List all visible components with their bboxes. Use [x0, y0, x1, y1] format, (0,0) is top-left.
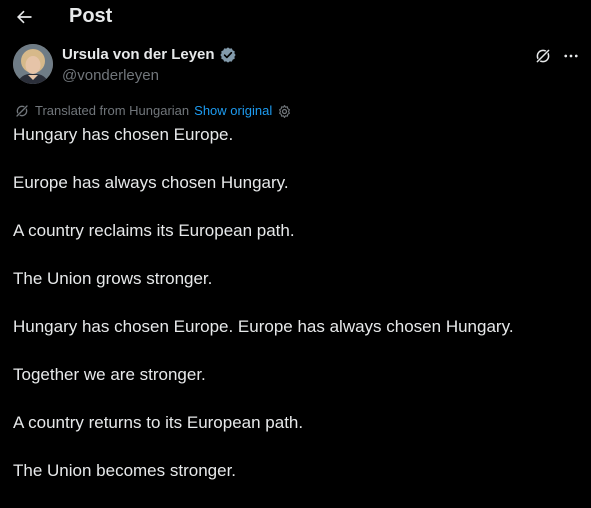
grok-translate-icon	[15, 104, 29, 118]
post-line: Hungary has chosen Europe. Europe has al…	[13, 317, 514, 336]
gear-icon[interactable]	[277, 104, 292, 119]
author-handle[interactable]: @vonderleyen	[62, 66, 159, 85]
more-horizontal-icon	[564, 54, 578, 58]
translation-notice: Translated from Hungarian Show original	[14, 102, 292, 120]
post-line: A country reclaims its European path.	[13, 221, 295, 240]
author-name: Ursula von der Leyen	[62, 46, 215, 63]
post-line: Hungary has chosen Europe.	[13, 125, 234, 144]
grok-button[interactable]	[532, 45, 554, 67]
post-line: Europe has always chosen Hungary.	[13, 173, 289, 192]
more-options-button[interactable]	[560, 45, 582, 67]
arrow-left-icon	[17, 10, 32, 24]
post-line: Together we are stronger.	[13, 365, 206, 384]
post-line: A country returns to its European path.	[13, 413, 304, 432]
author-name-link[interactable]: Ursula von der Leyen	[62, 45, 237, 64]
show-original-link[interactable]: Show original	[194, 103, 272, 119]
top-bar: Post	[0, 0, 591, 34]
back-button[interactable]	[8, 1, 40, 33]
post-text: Hungary has chosen Europe. Europe has al…	[13, 124, 578, 508]
translated-from-label: Translated from Hungarian	[35, 103, 190, 118]
grok-icon	[535, 48, 551, 64]
verified-badge-icon	[219, 46, 236, 63]
page-title: Post	[69, 5, 113, 27]
post-line: The Union grows stronger.	[13, 269, 213, 288]
post-line: The Union becomes stronger.	[13, 461, 237, 480]
avatar[interactable]	[13, 44, 53, 84]
